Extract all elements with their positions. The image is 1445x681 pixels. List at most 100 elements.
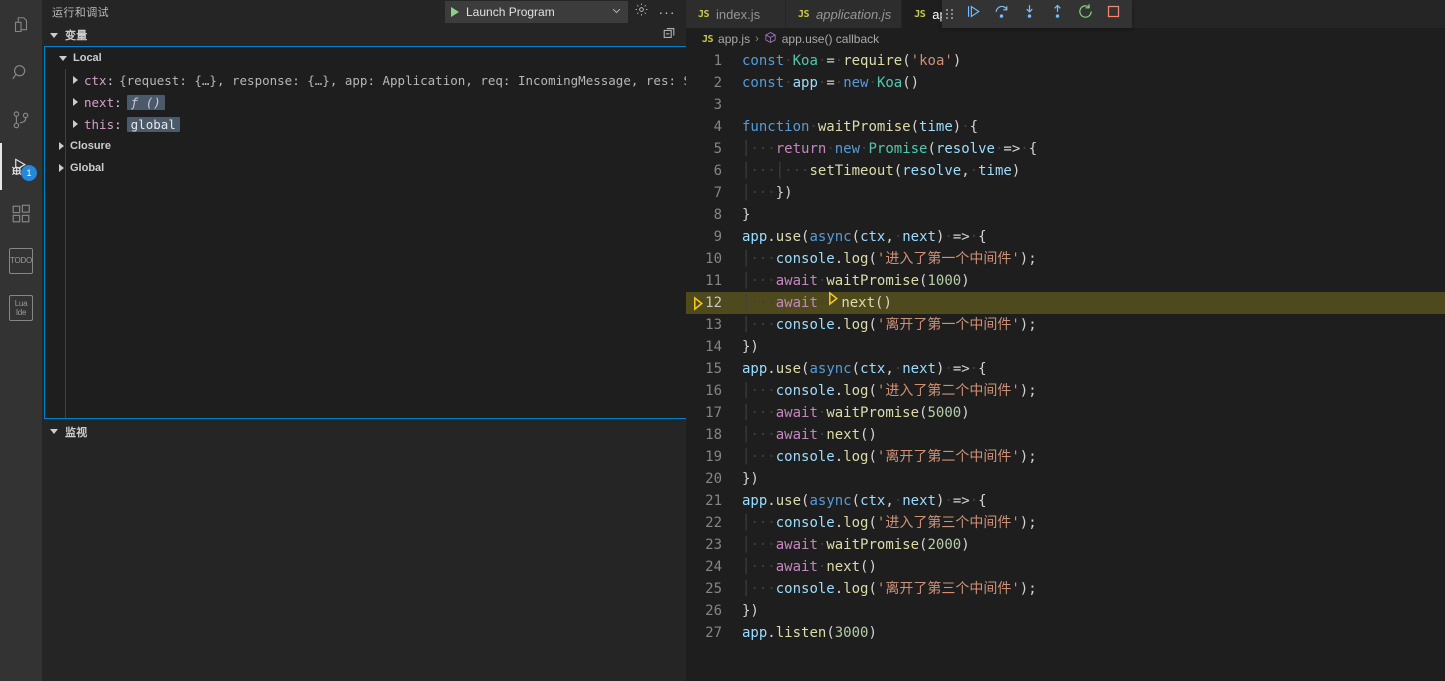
variables-scope-closure[interactable]: Closure	[45, 135, 686, 157]
code-line[interactable]: 13 │···console.log('离开了第一个中间件');	[686, 314, 1445, 336]
code-line[interactable]: 22 │···console.log('进入了第三个中间件');	[686, 512, 1445, 534]
code-line[interactable]: 25 │···console.log('离开了第三个中间件');	[686, 578, 1445, 600]
code-line[interactable]: 3	[686, 94, 1445, 116]
breadcrumb[interactable]: JS app.js › app.use() callback	[686, 28, 1445, 50]
code-line[interactable]: 2 const·app·=·new·Koa()	[686, 72, 1445, 94]
code-token: Promise	[868, 141, 928, 157]
code-token: await	[775, 427, 818, 443]
code-line[interactable]: 19 │···console.log('离开了第二个中间件');	[686, 446, 1445, 468]
code-token: .	[834, 581, 844, 597]
code-token: .	[834, 449, 844, 465]
breadcrumb-file[interactable]: app.js	[718, 32, 750, 46]
code-line[interactable]: 1 const·Koa·=·require('koa')	[686, 50, 1445, 72]
collapse-all-icon[interactable]	[662, 26, 676, 45]
step-over-button[interactable]	[988, 2, 1014, 26]
play-icon[interactable]	[451, 7, 459, 17]
code-token: ctx	[860, 361, 886, 377]
watch-section-header[interactable]: 监视	[42, 421, 686, 443]
code-line[interactable]: 8}	[686, 204, 1445, 226]
chevron-right-icon[interactable]	[73, 76, 78, 84]
code-token: waitPromise	[826, 537, 920, 553]
breadcrumb-separator: ›	[755, 33, 759, 45]
tab-application-js[interactable]: JS application.js	[786, 0, 903, 28]
activity-item-run-and-debug[interactable]: 1	[0, 143, 42, 190]
code-line[interactable]: 7 │···})	[686, 182, 1445, 204]
variable-row-next[interactable]: next : ƒ ()	[45, 91, 686, 113]
line-number: 5	[713, 141, 722, 157]
debug-settings-button[interactable]	[628, 1, 654, 23]
drag-handle-icon[interactable]	[946, 9, 953, 19]
code-editor[interactable]: 1 const·Koa·=·require('koa') 2 const·app·=·…	[686, 50, 1445, 681]
code-line[interactable]: 4 function·waitPromise(time)·{	[686, 116, 1445, 138]
code-line[interactable]: 5 │···return·new·Promise(resolve·=>·{	[686, 138, 1445, 160]
variable-row-this[interactable]: this : global	[45, 113, 686, 135]
chevron-right-icon[interactable]	[73, 98, 78, 106]
whitespace: ···	[750, 449, 776, 465]
whitespace: ···	[750, 559, 776, 575]
variable-row-ctx[interactable]: ctx : {request: {…}, response: {…}, app:…	[45, 69, 686, 91]
activity-item-extensions[interactable]	[0, 190, 42, 237]
code-line[interactable]: 16 │···console.log('进入了第二个中间件');	[686, 380, 1445, 402]
code-token: .	[834, 515, 844, 531]
variables-section-header[interactable]: 变量	[42, 24, 686, 46]
code-text: │···})	[742, 182, 793, 204]
tab-label: application.js	[816, 6, 892, 22]
whitespace: ···	[750, 317, 776, 333]
code-token: console	[775, 449, 835, 465]
line-number: 26	[705, 603, 722, 619]
code-text: │···console.log('离开了第一个中间件');	[742, 314, 1037, 336]
code-line[interactable]: 20})	[686, 468, 1445, 490]
code-token: 3000	[834, 625, 869, 641]
debug-toolbar[interactable]	[942, 0, 1132, 28]
code-line[interactable]: 10 │···console.log('进入了第一个中间件');	[686, 248, 1445, 270]
breadcrumb-symbol[interactable]: app.use() callback	[782, 32, 879, 46]
tab-index-js[interactable]: JS index.js	[686, 0, 786, 28]
launch-config-dropdown[interactable]: Launch Program	[445, 1, 628, 23]
chevron-right-icon[interactable]	[73, 120, 78, 128]
code-line[interactable]: 9 app.use(async(ctx,·next)·=>·{	[686, 226, 1445, 248]
activity-item-source-control[interactable]	[0, 96, 42, 143]
variable-separator: :	[114, 94, 122, 110]
code-token: const	[742, 75, 785, 91]
launch-config-label: Launch Program	[466, 5, 555, 19]
vscode-window: 1 TODO Lua Ide 运行和调试 Launch Program ··· …	[0, 0, 1445, 681]
debug-more-button[interactable]: ···	[654, 1, 680, 23]
code-line[interactable]: 11 │···await·waitPromise(1000)	[686, 270, 1445, 292]
step-into-button[interactable]	[1016, 2, 1042, 26]
launch-controls: Launch Program ···	[445, 1, 686, 23]
code-line[interactable]: 17 │···await·waitPromise(5000)	[686, 402, 1445, 424]
code-line[interactable]: 26})	[686, 600, 1445, 622]
variables-tree[interactable]: Local ctx : {request: {…}, response: {…}…	[44, 46, 687, 419]
code-line[interactable]: 23 │···await·waitPromise(2000)	[686, 534, 1445, 556]
code-text: │···│···setTimeout(resolve,·time)	[742, 160, 1020, 182]
code-token: await	[775, 273, 818, 289]
continue-button[interactable]	[960, 2, 986, 26]
code-token: })	[742, 603, 759, 619]
code-line[interactable]: 21 app.use(async(ctx,·next)·=>·{	[686, 490, 1445, 512]
variables-scope-global[interactable]: Global	[45, 157, 686, 179]
code-line[interactable]: 15 app.use(async(ctx,·next)·=>·{	[686, 358, 1445, 380]
code-line[interactable]: 14})	[686, 336, 1445, 358]
code-token: ()	[860, 427, 877, 443]
chevron-down-icon	[59, 55, 67, 61]
watch-body[interactable]	[42, 443, 686, 681]
activity-item-explorer[interactable]	[0, 2, 42, 49]
code-line[interactable]: 12 │···await· next()	[686, 291, 1445, 314]
activity-item-search[interactable]	[0, 49, 42, 96]
line-number: 10	[705, 251, 722, 267]
activity-item-todo[interactable]: TODO	[0, 237, 42, 284]
step-out-button[interactable]	[1044, 2, 1070, 26]
code-token: )	[961, 273, 970, 289]
extensions-icon	[10, 203, 32, 225]
code-line[interactable]: 27 app.listen(3000)	[686, 622, 1445, 644]
stop-button[interactable]	[1100, 2, 1126, 26]
code-token: ,·	[885, 361, 903, 377]
code-line[interactable]: 18 │···await·next()	[686, 424, 1445, 446]
chevron-down-icon[interactable]	[611, 3, 622, 21]
code-line[interactable]: 24 │···await·next()	[686, 556, 1445, 578]
code-line[interactable]: 6 │···│···setTimeout(resolve,·time)	[686, 160, 1445, 182]
variables-scope-local[interactable]: Local	[45, 47, 686, 69]
restart-button[interactable]	[1072, 2, 1098, 26]
activity-item-lua-ide[interactable]: Lua Ide	[0, 284, 42, 331]
step-into-icon	[1021, 3, 1038, 25]
